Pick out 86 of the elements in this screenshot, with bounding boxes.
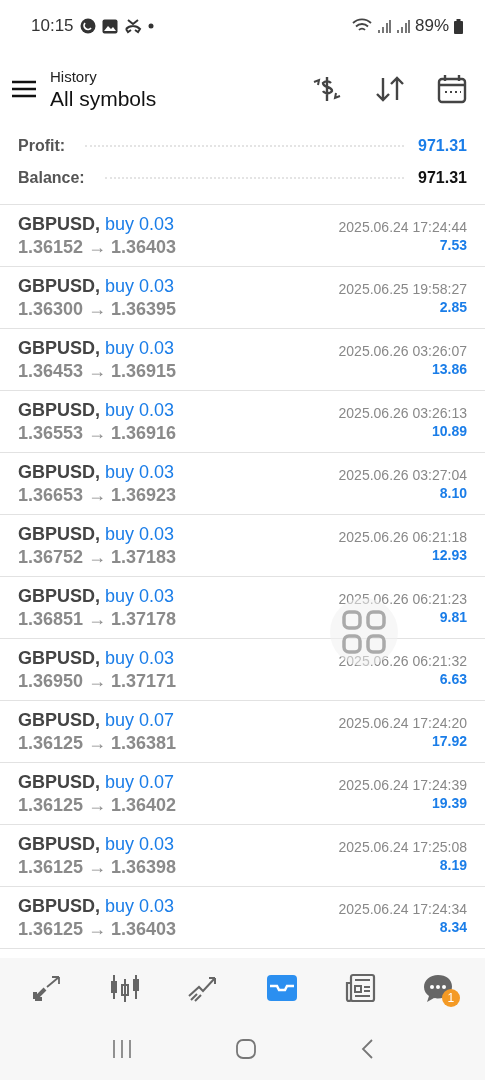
deal-prices: 1.36152 → 1.36403 — [18, 236, 177, 258]
deal-prices: 1.36653 → 1.36923 — [18, 484, 177, 506]
currency-exchange-icon[interactable] — [311, 74, 343, 104]
deal-profit: 10.89 — [431, 422, 467, 439]
deal-side: buy 0.03 — [105, 461, 175, 483]
battery-percent: 89% — [414, 16, 449, 36]
missed-call-icon — [123, 18, 142, 34]
deal-side: buy 0.03 — [105, 275, 175, 297]
deal-symbol: GBPUSD, — [18, 461, 100, 483]
deal-profit: 8.19 — [439, 856, 467, 873]
deal-side: buy 0.03 — [105, 337, 175, 359]
deal-symbol: GBPUSD, — [18, 399, 100, 421]
deal-profit: 8.10 — [439, 484, 467, 501]
deal-symbol: GBPUSD, — [18, 709, 100, 731]
dot-icon — [147, 23, 154, 29]
deal-profit: 2.85 — [439, 298, 467, 315]
signal-icon — [395, 19, 410, 33]
deal-time: 2025.06.24 17:24:39 — [338, 776, 467, 793]
deal-symbol: GBPUSD, — [18, 833, 100, 855]
deal-side: buy 0.03 — [105, 585, 175, 607]
deal-symbol: GBPUSD, — [18, 275, 100, 297]
back-button[interactable] — [359, 1038, 374, 1060]
deal-time: 2025.06.24 17:24:44 — [338, 218, 467, 235]
deal-time: 2025.06.24 17:24:34 — [338, 900, 467, 917]
notification-badge: 1 — [441, 989, 460, 1007]
signal-icon — [376, 19, 391, 33]
deal-profit: 9.81 — [439, 608, 467, 625]
deal-profit: 7.53 — [439, 236, 467, 253]
deal-symbol: GBPUSD, — [18, 647, 100, 669]
deal-side: buy 0.03 — [105, 523, 175, 545]
deal-time: 2025.06.26 03:26:13 — [338, 404, 467, 421]
image-icon — [101, 18, 118, 34]
newspaper-icon — [343, 973, 376, 1003]
summary-label: Balance: — [18, 169, 85, 187]
deal-profit: 19.39 — [431, 794, 467, 811]
deal-side: buy 0.03 — [105, 833, 175, 855]
inbox-icon — [265, 974, 298, 1002]
deal-prices: 1.36950 → 1.37171 — [18, 670, 177, 692]
deal-time: 2025.06.24 17:25:08 — [338, 838, 467, 855]
menu-icon[interactable] — [12, 80, 36, 98]
deal-side: buy 0.03 — [105, 647, 175, 669]
deal-time: 2025.06.24 17:24:20 — [338, 714, 467, 731]
deal-prices: 1.36300 → 1.36395 — [18, 298, 177, 320]
deal-time: 2025.06.26 06:21:32 — [338, 652, 467, 669]
deal-profit: 13.86 — [431, 360, 467, 377]
summary-value: 971.31 — [418, 137, 467, 155]
deal-prices: 1.36125 → 1.36402 — [18, 794, 177, 816]
battery-icon — [454, 18, 463, 34]
deal-symbol: GBPUSD, — [18, 337, 100, 359]
deal-symbol: GBPUSD, — [18, 771, 100, 793]
calendar-icon[interactable] — [437, 74, 467, 104]
deal-time: 2025.06.26 03:27:04 — [338, 466, 467, 483]
deal-prices: 1.36453 → 1.36915 — [18, 360, 177, 382]
deal-profit: 6.63 — [439, 670, 467, 687]
deal-time: 2025.06.26 03:26:07 — [338, 342, 467, 359]
notification-icon — [79, 18, 96, 34]
deal-profit: 8.34 — [439, 918, 467, 935]
candlestick-icon — [109, 973, 142, 1003]
deal-prices: 1.36125 → 1.36381 — [18, 732, 177, 754]
deal-profit: 12.93 — [431, 546, 467, 563]
header-subtitle: History — [50, 67, 98, 85]
deal-symbol: GBPUSD, — [18, 895, 100, 917]
deal-time: 2025.06.25 19:58:27 — [338, 280, 467, 297]
deal-side: buy 0.07 — [105, 709, 175, 731]
deal-prices: 1.36851 → 1.37178 — [18, 608, 177, 630]
deal-time: 2025.06.26 06:21:18 — [338, 528, 467, 545]
deal-prices: 1.36752 → 1.37183 — [18, 546, 177, 568]
deal-symbol: GBPUSD, — [18, 523, 100, 545]
deal-side: buy 0.03 — [105, 213, 175, 235]
status-time: 10:15 — [31, 16, 74, 36]
deal-symbol: GBPUSD, — [18, 213, 100, 235]
deal-prices: 1.36125 → 1.36403 — [18, 918, 177, 940]
home-button[interactable] — [235, 1038, 258, 1060]
header-title[interactable]: All symbols — [50, 86, 311, 111]
summary-value: 971.31 — [418, 169, 467, 187]
deal-side: buy 0.03 — [105, 399, 175, 421]
deal-time: 2025.06.26 06:21:23 — [338, 590, 467, 607]
recent-apps-button[interactable] — [111, 1039, 134, 1059]
deal-side: buy 0.03 — [105, 895, 175, 917]
summary-label: Profit: — [18, 137, 66, 155]
deal-side: buy 0.07 — [105, 771, 175, 793]
deal-prices: 1.36125 → 1.36398 — [18, 856, 177, 878]
deal-symbol: GBPUSD, — [18, 585, 100, 607]
deal-profit: 17.92 — [431, 732, 467, 749]
deal-prices: 1.36553 → 1.36916 — [18, 422, 177, 444]
sort-icon[interactable] — [375, 76, 405, 102]
